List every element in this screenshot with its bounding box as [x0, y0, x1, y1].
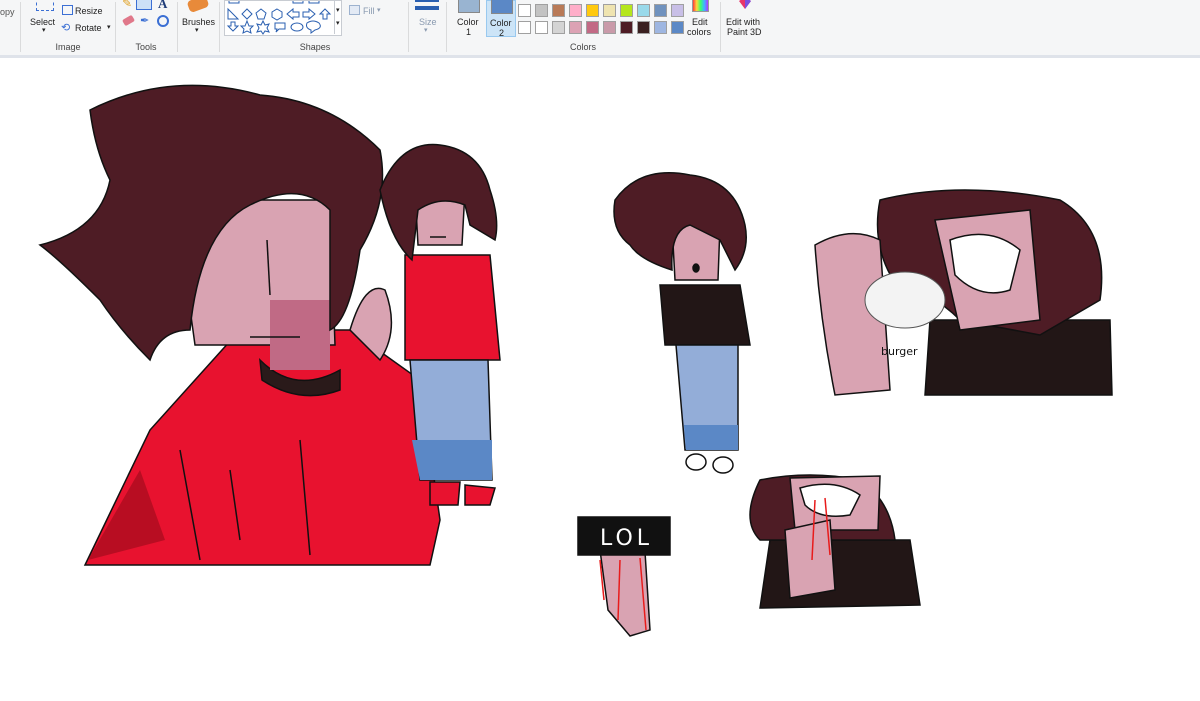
chevron-down-icon: ▾	[336, 7, 340, 14]
copy-button-label[interactable]: opy	[0, 7, 15, 17]
standing-figure-black-shirt	[613, 172, 751, 474]
edit-colors-button[interactable]: Edit colors	[684, 0, 716, 38]
chevron-down-icon: ▾	[424, 27, 428, 34]
divider	[446, 2, 447, 52]
palette-swatch[interactable]	[535, 4, 548, 17]
size-label: Size	[419, 17, 437, 27]
shapes-gallery[interactable]	[224, 0, 342, 36]
select-button[interactable]: Select ▾	[28, 0, 60, 38]
tools-group: ✎ A ✒ Tools	[116, 0, 176, 54]
palette-swatch[interactable]	[569, 21, 582, 34]
fill-icon	[349, 5, 360, 15]
image-group: Select ▾ Resize ⟲ Rotate ▾ Image	[22, 0, 114, 54]
size-icon	[415, 0, 439, 2]
eraser-icon[interactable]	[121, 14, 136, 27]
paint3d-icon	[739, 0, 751, 9]
palette-swatch[interactable]	[603, 21, 616, 34]
color2-swatch	[491, 0, 513, 14]
colors-group: Color 1 Color 2 Edit colors Colors	[448, 0, 718, 54]
palette-swatch[interactable]	[603, 4, 616, 17]
color-wheel-icon	[692, 0, 709, 12]
figure-burger-mouth	[814, 189, 1113, 396]
color1-swatch	[458, 0, 480, 13]
divider	[177, 2, 178, 52]
palette-swatch[interactable]	[654, 4, 667, 17]
brushes-label: Brushes	[182, 17, 216, 27]
rotate-icon: ⟲	[61, 22, 71, 34]
drawing-canvas[interactable]: burger LOL	[0, 58, 1200, 699]
select-icon	[36, 0, 54, 11]
palette-swatch[interactable]	[535, 21, 548, 34]
color-palette[interactable]	[518, 0, 688, 40]
palette-swatch[interactable]	[654, 21, 667, 34]
resize-label: Resize	[75, 6, 103, 16]
divider	[408, 2, 409, 52]
edit-colors-label-1: Edit	[692, 17, 708, 27]
tools-group-label: Tools	[135, 42, 157, 52]
paint3d-label-2: Paint 3D	[727, 27, 762, 37]
image-group-label: Image	[55, 42, 81, 52]
size-button[interactable]: Size ▾	[412, 0, 442, 38]
resize-button[interactable]: Resize	[60, 4, 112, 18]
shapes-group-label: Shapes	[299, 42, 331, 52]
fill-bucket-icon[interactable]	[136, 0, 152, 10]
palette-swatch[interactable]	[671, 21, 684, 34]
palette-swatch[interactable]	[552, 4, 565, 17]
palette-swatch[interactable]	[620, 4, 633, 17]
rotate-label: Rotate	[75, 23, 102, 33]
brushes-button[interactable]: Brushes ▾	[180, 0, 216, 38]
shapes-icons	[226, 0, 332, 35]
palette-swatch[interactable]	[518, 4, 531, 17]
palette-swatch[interactable]	[671, 4, 684, 17]
text-tool-icon[interactable]: A	[158, 0, 167, 12]
chevron-down-icon: ▾	[195, 27, 199, 34]
palette-swatch[interactable]	[569, 4, 582, 17]
ribbon: opy Select ▾ Resize ⟲ Rotate ▾ Image ✎ A…	[0, 0, 1200, 56]
color2-label: Color	[490, 18, 512, 28]
fill-button[interactable]: Fill ▾	[347, 4, 387, 18]
colors-group-label: Colors	[569, 42, 596, 52]
color2-button[interactable]: Color 2	[486, 0, 516, 38]
color1-label: Color	[457, 17, 479, 27]
palette-swatch[interactable]	[637, 21, 650, 34]
palette-swatch[interactable]	[586, 21, 599, 34]
palette-swatch[interactable]	[518, 21, 531, 34]
edit-colors-label-2: colors	[687, 27, 712, 37]
resize-icon	[62, 5, 73, 15]
divider	[720, 2, 721, 52]
edit-with-paint3d-button[interactable]: Edit with Paint 3D	[724, 0, 766, 38]
canvas-artwork: burger LOL	[38, 84, 1113, 637]
palette-swatch[interactable]	[637, 4, 650, 17]
chevron-down-icon: ▾	[107, 24, 111, 31]
chevron-down-icon: ▾	[42, 27, 46, 34]
shapes-group: ▾ ▾ Fill ▾ Shapes	[220, 0, 410, 54]
more-shapes-icon: ▾	[336, 20, 340, 27]
color1-button[interactable]: Color 1	[452, 0, 484, 37]
pencil-icon[interactable]: ✎	[122, 0, 132, 10]
chevron-down-icon: ▾	[377, 7, 381, 14]
fill-label: Fill	[363, 6, 375, 16]
palette-swatch[interactable]	[552, 21, 565, 34]
burger-label: burger	[881, 345, 918, 358]
color2-number: 2	[499, 28, 505, 38]
figure-bleeding-mouth	[749, 474, 921, 609]
size-icon-bar	[415, 6, 439, 10]
palette-swatch[interactable]	[586, 4, 599, 17]
portrait-red-hoodie	[38, 84, 441, 566]
shapes-scroll[interactable]: ▾ ▾	[334, 0, 343, 34]
rotate-button[interactable]: ⟲ Rotate ▾	[60, 21, 116, 35]
paint3d-label-1: Edit with	[726, 17, 761, 27]
brush-icon	[186, 0, 210, 14]
lol-sign-text: LOL	[600, 526, 653, 551]
palette-swatch[interactable]	[620, 21, 633, 34]
divider	[20, 2, 21, 52]
magnifier-icon[interactable]	[157, 15, 169, 27]
color1-number: 1	[466, 27, 472, 37]
color-picker-icon[interactable]: ✒	[140, 14, 149, 27]
